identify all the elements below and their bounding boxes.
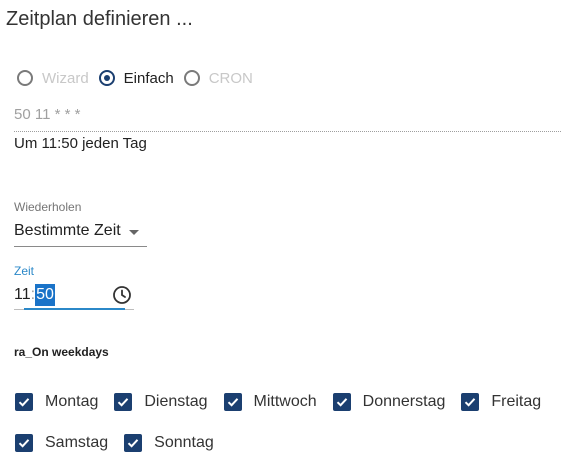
dialog-title: Zeitplan definieren ...: [6, 8, 193, 30]
checkbox-checked-icon[interactable]: [461, 393, 480, 411]
repeat-label: Wiederholen: [14, 200, 82, 214]
checkbox-label: Freitag: [491, 393, 542, 410]
radio-cron[interactable]: CRON: [183, 69, 253, 87]
radio-cron-label: CRON: [208, 69, 253, 87]
clock-icon[interactable]: [112, 285, 132, 305]
radio-einfach-label: Einfach: [123, 69, 174, 87]
checkbox-donnerstag[interactable]: Donnerstag: [332, 393, 446, 411]
radio-circle-icon[interactable]: [17, 70, 33, 86]
dropdown-caret-icon[interactable]: [129, 230, 139, 235]
checkbox-checked-icon[interactable]: [223, 393, 242, 411]
repeat-select[interactable]: Bestimmte Zeit: [14, 220, 147, 247]
time-minute-selected[interactable]: 50: [35, 284, 55, 306]
checkbox-mittwoch[interactable]: Mittwoch: [223, 393, 317, 411]
time-input[interactable]: 11 : 50: [14, 284, 134, 310]
checkbox-freitag[interactable]: Freitag: [461, 393, 541, 411]
checkbox-samstag[interactable]: Samstag: [15, 434, 108, 452]
weekday-row-1: Montag Dienstag Mittwoch Donnerstag Frei…: [15, 391, 557, 413]
checkbox-sonntag[interactable]: Sonntag: [124, 434, 214, 452]
checkbox-label: Mittwoch: [253, 393, 317, 410]
cron-expression-field[interactable]: 50 11 * * *: [14, 105, 561, 132]
cron-expression-value: 50 11 * * *: [14, 106, 81, 123]
mode-radio-group: Wizard Einfach CRON: [17, 67, 263, 89]
checkbox-checked-icon[interactable]: [124, 434, 143, 452]
repeat-select-value: Bestimmte Zeit: [14, 222, 121, 239]
checkbox-label: Donnerstag: [362, 393, 446, 410]
checkbox-label: Dienstag: [144, 393, 208, 410]
radio-einfach[interactable]: Einfach: [98, 69, 174, 87]
weekday-row-2: Samstag Sonntag: [15, 432, 230, 454]
checkbox-label: Montag: [45, 393, 99, 410]
time-hour[interactable]: 11: [14, 284, 31, 306]
time-focus-underline: [24, 308, 125, 310]
radio-circle-icon[interactable]: [183, 70, 200, 86]
checkbox-montag[interactable]: Montag: [15, 393, 98, 411]
checkbox-dienstag[interactable]: Dienstag: [114, 393, 208, 411]
radio-wizard[interactable]: Wizard: [17, 70, 89, 87]
weekdays-section-title: ra_On weekdays: [14, 345, 109, 359]
checkbox-checked-icon[interactable]: [15, 434, 33, 452]
checkbox-checked-icon[interactable]: [332, 393, 351, 411]
checkbox-label: Sonntag: [154, 434, 214, 451]
schedule-summary: Um 11:50 jeden Tag: [14, 135, 147, 152]
checkbox-checked-icon[interactable]: [15, 393, 33, 411]
radio-wizard-label: Wizard: [42, 69, 89, 87]
checkbox-label: Samstag: [45, 434, 109, 451]
radio-checked-icon[interactable]: [98, 70, 115, 86]
checkbox-checked-icon[interactable]: [114, 393, 133, 411]
time-label: Zeit: [14, 264, 35, 278]
